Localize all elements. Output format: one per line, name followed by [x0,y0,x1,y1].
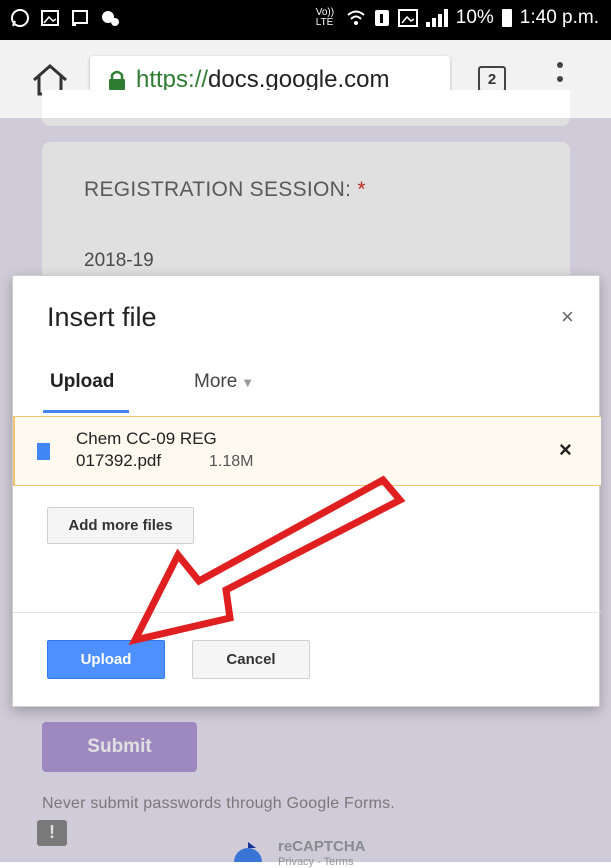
upload-file-row: Chem CC-09 REG 017392.pdf 1.18M × [13,416,601,486]
whatsapp-icon [11,9,29,27]
tab-upload[interactable]: Upload [50,371,114,393]
dialog-title: Insert file [47,302,157,332]
clock: 1:40 p.m. [519,7,599,28]
caret-down-icon: ▼ [241,375,255,390]
active-tab-indicator [43,410,129,413]
status-bar: Vo)) LTE 10% 1:40 p.m. [0,0,611,40]
remove-file-icon[interactable]: × [559,437,572,463]
sim-icon [374,10,389,26]
battery-percent: 10% [455,7,494,28]
settings-icon [102,11,119,26]
url-host: docs.google.com [208,66,390,93]
file-name-line2: 017392.pdf [76,451,162,470]
file-size: 1.18M [209,453,254,470]
tab-more-label: More [194,371,238,392]
photo-icon [397,9,418,27]
dialog-divider [13,612,601,613]
upload-button[interactable]: Upload [47,640,165,679]
status-bar-left [10,8,120,28]
cast-icon [72,10,88,26]
wifi-icon [347,10,365,25]
file-name-line1: Chem CC-09 REG [76,429,217,448]
signal-icon [425,9,448,27]
status-bar-right: Vo)) LTE 10% 1:40 p.m. [316,7,599,29]
close-icon[interactable]: × [561,304,574,330]
insert-file-dialog: Insert file × Upload More ▼ Chem CC-09 RE… [12,275,601,707]
lock-icon [109,70,125,90]
lte-indicator: Vo)) LTE [315,7,335,28]
tab-switcher-button[interactable]: 2 [478,66,506,92]
battery-icon [501,9,512,27]
document-icon [37,443,50,460]
cancel-button[interactable]: Cancel [192,640,310,679]
tab-more[interactable]: More ▼ [194,371,254,393]
add-more-files-button[interactable]: Add more files [47,507,194,544]
url-scheme: https:// [136,66,209,93]
image-icon [41,10,59,26]
